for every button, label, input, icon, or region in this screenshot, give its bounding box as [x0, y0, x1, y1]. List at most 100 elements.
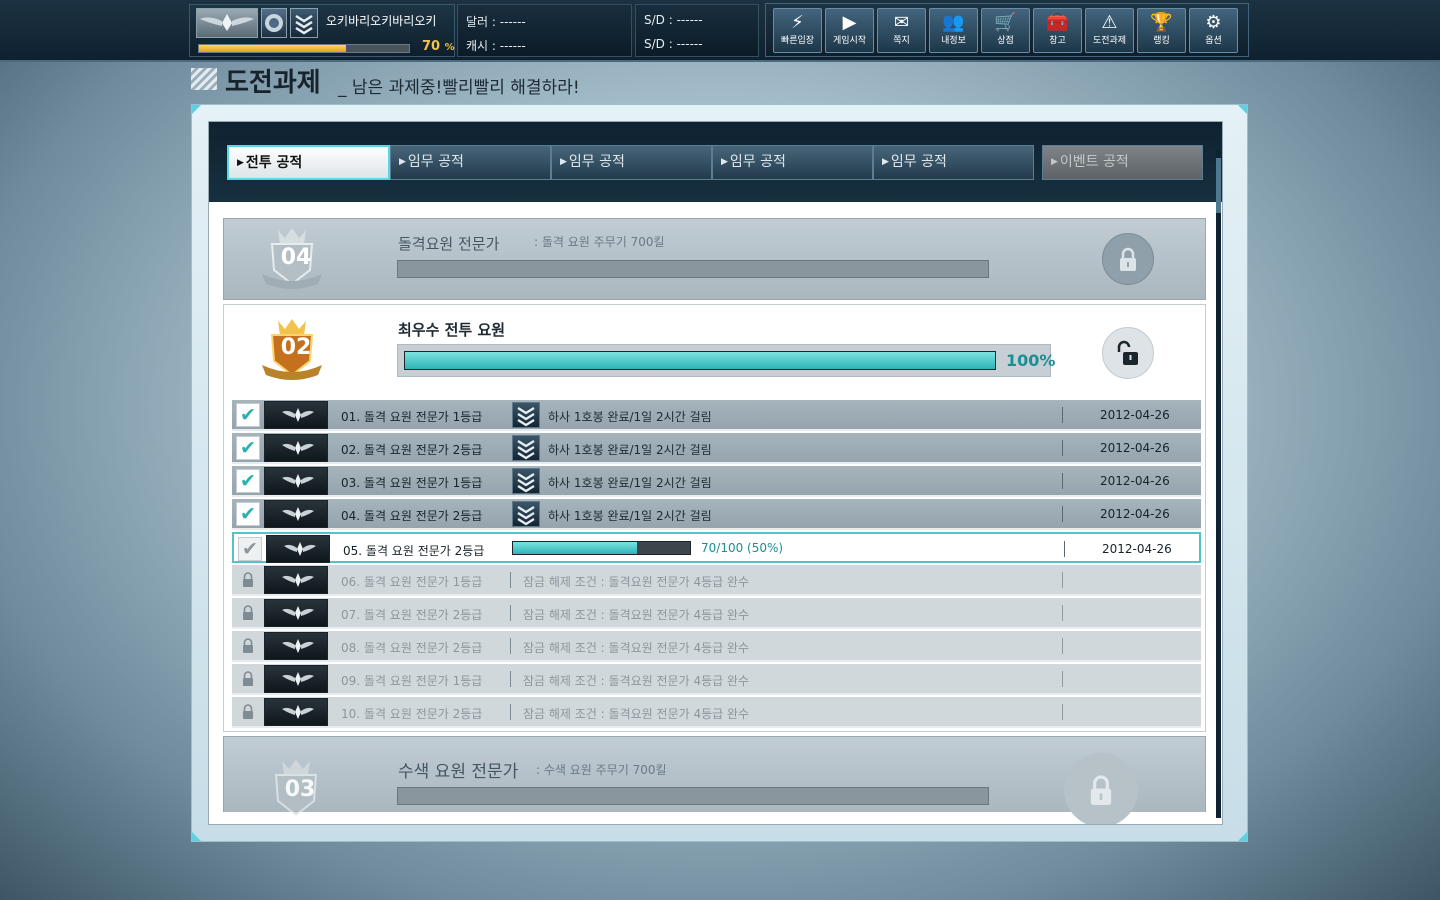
completion-date: 2012-04-26	[1100, 474, 1170, 488]
triangle-right-icon: ▶	[721, 157, 728, 167]
divider	[1062, 440, 1063, 456]
menu-button-label: 내정보	[941, 36, 966, 46]
tab-label: 이벤트 공적	[1059, 154, 1129, 170]
challenge-name: 03. 돌격 요원 전문가 1등급	[341, 476, 483, 490]
divider	[1062, 704, 1063, 720]
scrollbar-thumb[interactable]	[1216, 158, 1221, 213]
completion-date: 2012-04-26	[1100, 441, 1170, 455]
challenge-completion: 하사 1호봉 완료/1일 2시간 걸림	[548, 410, 712, 424]
corner-decoration	[1238, 105, 1247, 114]
challenge-row[interactable]: ✔ 05. 돌격 요원 전문가 2등급 70/100 (50%) 2012-04-26	[232, 532, 1201, 563]
challenge-row[interactable]: 07. 돌격 요원 전문가 2등급 잠금 해제 조건 : 돌격요원 전문가 4등급…	[232, 598, 1201, 629]
corner-decoration	[192, 832, 201, 841]
currency-panel: 달러 : ------ 캐시 : ------	[457, 4, 632, 57]
tab-label: 임무 공적	[568, 154, 625, 170]
tab-1[interactable]: ▶ 전투 공적	[227, 145, 390, 180]
triangle-right-icon: ▶	[882, 157, 889, 167]
challenge-row[interactable]: ✔ 04. 돌격 요원 전문가 2등급 하사 1호봉 완료/1일 2시간 걸림 201…	[232, 499, 1201, 530]
menu-button-label: 창고	[1049, 36, 1066, 46]
challenge-progress-text: 70/100 (50%)	[701, 541, 784, 555]
dollar-value: 달러 : ------	[466, 15, 526, 29]
lock-icon	[241, 638, 255, 654]
menu-button-8[interactable]: 🏆 랭킹	[1137, 8, 1186, 53]
tab-3[interactable]: ▶ 임무 공적	[551, 145, 712, 180]
challenge-completion: 하사 1호봉 완료/1일 2시간 걸림	[548, 476, 712, 490]
divider	[1062, 506, 1063, 522]
menu-button-label: 랭킹	[1153, 36, 1170, 46]
tab-label: 임무 공적	[890, 154, 947, 170]
challenge-completion: 하사 1호봉 완료/1일 2시간 걸림	[548, 509, 712, 523]
chevron-rank-icon	[512, 501, 540, 527]
category-progress-fill	[405, 352, 995, 369]
sd-value-2: S/D : ------	[644, 37, 703, 51]
category-badge-number: 04	[280, 245, 312, 270]
category-badge-number: 03	[284, 777, 316, 802]
challenge-row[interactable]: 09. 돌격 요원 전문가 1등급 잠금 해제 조건 : 돌격요원 전문가 4등급…	[232, 664, 1201, 695]
challenge-row[interactable]: ✔ 01. 돌격 요원 전문가 1등급 하사 1호봉 완료/1일 2시간 걸림 201…	[232, 400, 1201, 431]
menu-button-6[interactable]: 🧰 창고	[1033, 8, 1082, 53]
chevron-rank-icon	[512, 468, 540, 494]
triangle-right-icon: ▶	[399, 157, 406, 167]
checkmark-icon: ✔	[238, 537, 262, 561]
challenge-name: 01. 돌격 요원 전문가 1등급	[341, 410, 483, 424]
rank-insignia-icon	[196, 8, 258, 38]
tab-2[interactable]: ▶ 임무 공적	[390, 145, 551, 180]
challenge-row[interactable]: 10. 돌격 요원 전문가 2등급 잠금 해제 조건 : 돌격요원 전문가 4등급…	[232, 697, 1201, 728]
page-subtitle: _ 남은 과제중!빨리빨리 해결하라!	[338, 78, 580, 98]
divider	[510, 671, 511, 687]
menu-button-2[interactable]: ▶ 게임시작	[825, 8, 874, 53]
rank-wing-icon	[264, 566, 328, 594]
category-progress: 100%	[397, 344, 1055, 377]
cash-value: 캐시 : ------	[466, 39, 526, 53]
category-assault-expert[interactable]: 04 돌격요원 전문가 : 돌격 요원 주무기 700킬	[223, 218, 1206, 300]
challenge-row[interactable]: 06. 돌격 요원 전문가 1등급 잠금 해제 조건 : 돌격요원 전문가 4등급…	[232, 565, 1201, 596]
challenge-row[interactable]: ✔ 03. 돌격 요원 전문가 1등급 하사 1호봉 완료/1일 2시간 걸림 201…	[232, 466, 1201, 497]
sd-value-1: S/D : ------	[644, 13, 703, 27]
lock-icon	[1064, 753, 1138, 824]
triangle-right-icon: ▶	[560, 157, 567, 167]
tab-5[interactable]: ▶ 임무 공적	[873, 145, 1034, 180]
scrollbar[interactable]	[1216, 150, 1221, 818]
challenge-name: 08. 돌격 요원 전문가 2등급	[341, 641, 483, 655]
clan-emblem-icon	[261, 8, 287, 38]
unlock-condition: 잠금 해제 조건 : 돌격요원 전문가 4등급 완수	[523, 608, 750, 622]
chevron-rank-icon	[512, 402, 540, 428]
category-title: 수색 요원 전문가	[398, 762, 519, 782]
completion-date: 2012-04-26	[1102, 542, 1172, 556]
rank-wing-icon	[264, 599, 328, 627]
rank-wing-icon	[264, 467, 328, 495]
page-title: 도전과제	[225, 68, 321, 98]
menu-button-4[interactable]: 👥 내정보	[929, 8, 978, 53]
main-menu: ⚡ 빠른입장 ▶ 게임시작 ✉ 쪽지 👥 내정보 🛒 상점 🧰 창고 ⚠ 도전과제 🏆 랭킹 ⚙ 옵션	[765, 3, 1249, 57]
tab-4[interactable]: ▶ 임무 공적	[712, 145, 873, 180]
chevron-rank-icon	[290, 8, 318, 38]
title-decoration	[191, 68, 217, 90]
divider	[1064, 541, 1065, 557]
challenge-name: 05. 돌격 요원 전문가 2등급	[343, 544, 485, 558]
tab-6: ▶ 이벤트 공적	[1042, 145, 1203, 180]
lock-icon	[241, 671, 255, 687]
unlock-condition: 잠금 해제 조건 : 돌격요원 전문가 4등급 완수	[523, 707, 750, 721]
completion-date: 2012-04-26	[1100, 507, 1170, 521]
player-profile[interactable]: 오키바리오키바리오키 70 %	[189, 4, 455, 57]
triangle-right-icon: ▶	[237, 158, 244, 168]
category-recon-expert[interactable]: 03 수색 요원 전문가 : 수색 요원 주무기 700킬	[223, 736, 1206, 824]
mail-icon: ✉	[893, 12, 910, 33]
challenge-completion: 하사 1호봉 완료/1일 2시간 걸림	[548, 443, 712, 457]
divider	[510, 572, 511, 588]
category-progress-bar	[397, 787, 989, 805]
category-title: 최우수 전투 요원	[398, 321, 506, 339]
menu-button-7[interactable]: ⚠ 도전과제	[1085, 8, 1134, 53]
menu-button-1[interactable]: ⚡ 빠른입장	[773, 8, 822, 53]
divider	[1062, 671, 1063, 687]
corner-decoration	[192, 105, 201, 114]
player-nickname: 오키바리오키바리오키	[326, 14, 437, 28]
menu-button-9[interactable]: ⚙ 옵션	[1189, 8, 1238, 53]
menu-button-3[interactable]: ✉ 쪽지	[877, 8, 926, 53]
divider	[1062, 638, 1063, 654]
menu-button-5[interactable]: 🛒 상점	[981, 8, 1030, 53]
tab-label: 전투 공적	[245, 155, 303, 171]
challenge-row[interactable]: ✔ 02. 돌격 요원 전문가 2등급 하사 1호봉 완료/1일 2시간 걸림 201…	[232, 433, 1201, 464]
challenge-icon: ⚠	[1101, 12, 1118, 33]
challenge-row[interactable]: 08. 돌격 요원 전문가 2등급 잠금 해제 조건 : 돌격요원 전문가 4등급…	[232, 631, 1201, 662]
